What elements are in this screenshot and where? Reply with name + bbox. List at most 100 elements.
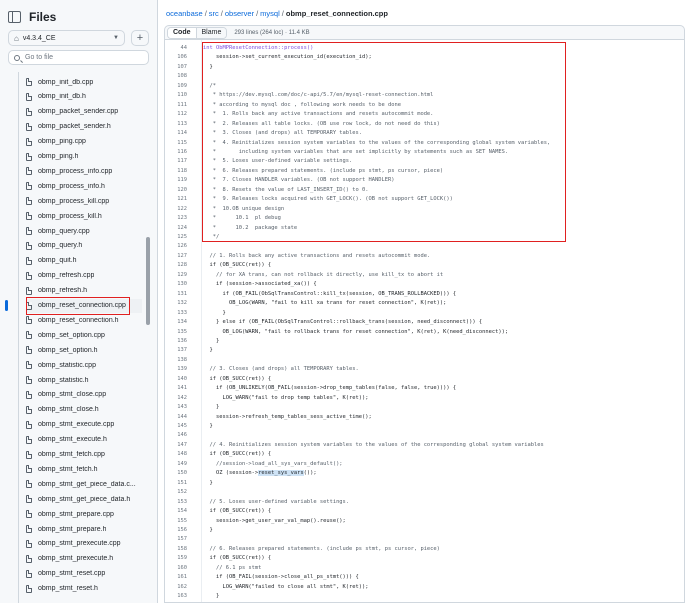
file-icon xyxy=(26,584,32,593)
file-tree-item-label: obmp_set_option.cpp xyxy=(38,331,105,339)
breadcrumb-src[interactable]: src xyxy=(209,9,219,18)
file-icon xyxy=(26,465,32,474)
file-tree-item-label: obmp_process_info.cpp xyxy=(38,167,113,175)
file-tree-item-label: obmp_stmt_prexecute.h xyxy=(38,555,114,563)
file-icon xyxy=(26,256,32,265)
file-tree-item-label: obmp_reset_connection.h xyxy=(38,316,119,324)
tab-blame[interactable]: Blame xyxy=(196,27,227,38)
tab-code[interactable]: Code xyxy=(168,27,197,38)
go-to-file-placeholder: Go to file xyxy=(25,54,54,61)
file-tree-item-label: obmp_ping.cpp xyxy=(38,138,86,146)
file-tree-item-label: obmp_ping.h xyxy=(38,153,79,160)
file-icon xyxy=(26,316,32,325)
active-file-marker xyxy=(5,300,8,311)
file-tree-item[interactable]: obmp_query.cpp xyxy=(26,224,142,238)
selected-text: reset_sys_vars xyxy=(258,470,304,477)
file-tree-item[interactable]: obmp_process_kill.cpp xyxy=(26,194,142,208)
files-title: Files xyxy=(29,10,57,24)
file-icon xyxy=(26,390,32,399)
file-tree-item[interactable]: obmp_ping.h xyxy=(26,150,142,164)
file-icon xyxy=(26,525,32,533)
file-tree-item-label: obmp_stmt_prepare.h xyxy=(38,525,107,533)
file-tree-item[interactable]: obmp_stmt_get_piece_data.h xyxy=(26,492,142,506)
file-tree-item-label: obmp_stmt_execute.cpp xyxy=(38,421,115,429)
file-icon xyxy=(26,241,32,250)
tag-icon: ⌂ xyxy=(14,33,19,43)
file-icon xyxy=(26,107,32,116)
add-file-button[interactable]: + xyxy=(131,30,149,46)
breadcrumb-mysql[interactable]: mysql xyxy=(260,9,280,18)
file-icon xyxy=(26,405,32,414)
file-tree-item[interactable]: obmp_stmt_close.cpp xyxy=(26,388,142,402)
code-toolbar: Code Blame 293 lines (264 loc) · 11.4 KB xyxy=(164,25,685,39)
breadcrumb: oceanbase / src / observer / mysql / obm… xyxy=(166,8,388,18)
file-tree-item[interactable]: obmp_stmt_close.h xyxy=(26,403,142,417)
file-tree-item-label: obmp_stmt_close.h xyxy=(38,406,99,414)
file-tree-item[interactable]: obmp_refresh.h xyxy=(26,284,142,298)
file-tree-item-label: obmp_stmt_fetch.h xyxy=(38,465,98,473)
file-meta: 293 lines (264 loc) · 11.4 KB xyxy=(234,29,310,36)
file-icon xyxy=(26,420,32,429)
file-tree-item[interactable]: obmp_stmt_prexecute.cpp xyxy=(26,537,142,551)
file-tree-item-label: obmp_refresh.cpp xyxy=(38,272,95,280)
file-tree-item[interactable]: obmp_stmt_fetch.cpp xyxy=(26,448,142,462)
file-icon xyxy=(26,346,32,355)
file-tree-sidebar: Files ⌂ v4.3.4_CE ▼ + Go to file obmp_in… xyxy=(0,0,158,603)
file-tree-item[interactable]: obmp_stmt_execute.h xyxy=(26,433,142,447)
branch-selector[interactable]: ⌂ v4.3.4_CE ▼ xyxy=(8,30,125,46)
file-tree-item-label: obmp_stmt_get_piece_data.c... xyxy=(38,480,136,488)
file-icon xyxy=(26,182,32,191)
file-icon xyxy=(26,212,32,221)
file-tree-item[interactable]: obmp_process_info.h xyxy=(26,179,142,193)
file-tree-item[interactable]: obmp_stmt_prexecute.h xyxy=(26,552,142,566)
file-icon xyxy=(26,510,32,519)
file-tree-item[interactable]: obmp_stmt_get_piece_data.c... xyxy=(26,477,142,491)
search-icon xyxy=(14,54,20,61)
tree-indent-guide xyxy=(18,72,19,603)
files-header: Files xyxy=(8,8,56,26)
file-tree-item[interactable]: obmp_stmt_fetch.h xyxy=(26,462,142,476)
file-tree-item[interactable]: obmp_packet_sender.cpp xyxy=(26,105,142,119)
file-tree-item[interactable]: obmp_process_info.cpp xyxy=(26,164,142,178)
file-tree-item-label: obmp_refresh.h xyxy=(38,287,88,295)
file-tree-item[interactable]: obmp_set_option.h xyxy=(26,343,142,357)
file-tree-item-label: obmp_stmt_prepare.cpp xyxy=(38,510,114,518)
file-icon xyxy=(26,167,32,176)
file-icon xyxy=(26,361,32,370)
file-tree-item-label: obmp_stmt_execute.h xyxy=(38,436,107,444)
file-icon xyxy=(26,122,32,131)
file-tree-item[interactable]: obmp_query.h xyxy=(26,239,142,253)
code-view[interactable]: 44 int ObMPResetConnection::process() 106 … xyxy=(164,39,685,603)
file-tree-item[interactable]: obmp_stmt_prepare.h xyxy=(26,522,142,536)
file-tree-item[interactable]: obmp_reset_connection.h xyxy=(26,313,142,327)
file-icon xyxy=(26,435,32,444)
file-tree-item[interactable]: obmp_statistic.h xyxy=(26,373,142,387)
file-tree-item[interactable]: obmp_refresh.cpp xyxy=(26,269,142,283)
file-tree-item[interactable]: obmp_stmt_reset.h xyxy=(26,582,142,596)
file-icon xyxy=(26,480,32,489)
breadcrumb-observer[interactable]: observer xyxy=(225,9,254,18)
file-tree-item[interactable]: obmp_stmt_reset.cpp xyxy=(26,567,142,581)
sidebar-scrollbar[interactable] xyxy=(146,237,150,325)
file-tree-item[interactable]: obmp_stmt_prepare.cpp xyxy=(26,507,142,521)
main-content: oceanbase / src / observer / mysql / obm… xyxy=(158,0,690,603)
file-icon xyxy=(26,137,32,146)
file-tree-item[interactable]: obmp_stmt_execute.cpp xyxy=(26,418,142,432)
file-icon xyxy=(26,539,32,548)
go-to-file-input[interactable]: Go to file xyxy=(8,50,149,65)
file-tree-item[interactable]: obmp_ping.cpp xyxy=(26,135,142,149)
highlight-box-active-file xyxy=(26,297,130,315)
file-tree-item[interactable]: obmp_packet_sender.h xyxy=(26,120,142,134)
file-tree-item[interactable]: obmp_set_option.cpp xyxy=(26,328,142,342)
file-tree-item[interactable]: obmp_init_db.cpp xyxy=(26,75,142,89)
file-tree-item[interactable]: obmp_quit.h xyxy=(26,254,142,268)
file-tree-item[interactable]: obmp_process_kill.h xyxy=(26,209,142,223)
file-icon xyxy=(26,569,32,578)
sidebar-collapse-icon[interactable] xyxy=(8,11,21,23)
file-tree-item-label: obmp_stmt_reset.cpp xyxy=(38,570,106,578)
file-tree-item-label: obmp_process_kill.h xyxy=(38,212,102,220)
breadcrumb-repo[interactable]: oceanbase xyxy=(166,9,203,18)
file-tree-item[interactable]: obmp_statistic.cpp xyxy=(26,358,142,372)
file-tree-item[interactable]: obmp_init_db.h xyxy=(26,90,142,104)
file-tree-item-label: obmp_packet_sender.h xyxy=(38,123,111,131)
